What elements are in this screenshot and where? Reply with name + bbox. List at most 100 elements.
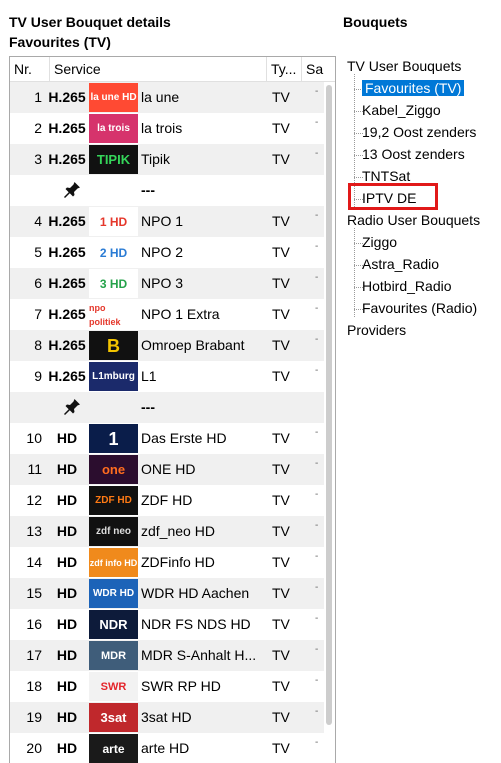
column-header-sat[interactable]: Sa [302, 57, 324, 81]
service-row[interactable]: 6 H.265 3 HD NPO 3 TV - [10, 268, 324, 299]
service-row[interactable]: 19 HD 3sat 3sat HD TV - [10, 702, 324, 733]
service-name: 3sat HD [141, 709, 192, 725]
tree-node-hotbird-radio[interactable]: Hotbird_Radio [362, 276, 452, 296]
sat-cell: - [315, 241, 319, 252]
service-type: TV [272, 740, 290, 756]
codec-badge: HD [56, 430, 78, 446]
column-header-type[interactable]: Ty... [267, 57, 302, 81]
column-header-nr[interactable]: Nr. [10, 57, 50, 81]
service-row[interactable]: 5 H.265 2 HD NPO 2 TV - [10, 237, 324, 268]
service-row[interactable]: 15 HD WDR HD WDR HD Aachen TV - [10, 578, 324, 609]
service-row[interactable]: 7 H.265 npo politiek NPO 1 Extra TV - [10, 299, 324, 330]
codec-badge: H.265 [48, 151, 86, 167]
sat-cell: - [315, 334, 319, 345]
service-number: 20 [26, 740, 42, 756]
codec-badge: H.265 [48, 120, 86, 136]
service-number: 2 [34, 120, 42, 136]
tree-node-providers[interactable]: Providers [347, 320, 406, 340]
service-type: TV [272, 430, 290, 446]
codec-badge: H.265 [48, 306, 86, 322]
codec-badge: H.265 [48, 275, 86, 291]
vertical-scrollbar[interactable] [326, 85, 332, 725]
service-name: zdf_neo HD [141, 523, 215, 539]
service-type: TV [272, 213, 290, 229]
service-row[interactable]: 8 H.265 B Omroep Brabant TV - [10, 330, 324, 361]
separator-row[interactable]: --- [10, 392, 324, 423]
service-type: TV [272, 585, 290, 601]
service-row[interactable]: 17 HD MDR MDR S-Anhalt H... TV - [10, 640, 324, 671]
channel-logo-icon: zdf neo [89, 517, 138, 546]
service-name: NPO 2 [141, 244, 184, 260]
service-row[interactable]: 11 HD one ONE HD TV - [10, 454, 324, 485]
tree-node-favourites-radio[interactable]: Favourites (Radio) [362, 298, 477, 318]
channel-logo-icon: 2 HD [89, 238, 138, 267]
column-header-service[interactable]: Service [50, 57, 267, 81]
codec-badge: HD [56, 461, 78, 477]
service-type: TV [272, 461, 290, 477]
service-row[interactable]: 20 HD arte arte HD TV - [10, 733, 324, 763]
grid-header: Nr. Service Ty... Sa [10, 57, 335, 82]
channel-logo-icon: TIPIK [89, 145, 138, 174]
tree-node-ziggo[interactable]: Ziggo [362, 232, 397, 252]
service-row[interactable]: 16 HD NDR NDR FS NDS HD TV - [10, 609, 324, 640]
service-number: 3 [34, 151, 42, 167]
codec-badge: HD [56, 523, 78, 539]
service-row[interactable]: 14 HD zdf info HD ZDFinfo HD TV - [10, 547, 324, 578]
services-grid[interactable]: Nr. Service Ty... Sa 1 H.265 la une HD l… [9, 56, 336, 763]
service-row[interactable]: 10 HD 1 Das Erste HD TV - [10, 423, 324, 454]
tree-node-astra-radio[interactable]: Astra_Radio [362, 254, 439, 274]
tree-node-19-2-oost[interactable]: 19,2 Oost zenders [362, 122, 476, 142]
service-type: TV [272, 306, 290, 322]
service-type: TV [272, 151, 290, 167]
service-row[interactable]: 9 H.265 L1mburg L1 TV - [10, 361, 324, 392]
sat-cell: - [315, 675, 319, 686]
sat-cell: - [315, 365, 319, 376]
channel-logo-icon: B [89, 331, 138, 360]
service-row[interactable]: 4 H.265 1 HD NPO 1 TV - [10, 206, 324, 237]
tree-node-favourites-tv[interactable]: Favourites (TV) [362, 78, 465, 98]
channel-logo-icon: 1 HD [89, 207, 138, 236]
sat-cell: - [315, 303, 319, 314]
channel-logo-icon: WDR HD [89, 579, 138, 608]
service-type: TV [272, 492, 290, 508]
tree-node-kabel-ziggo[interactable]: Kabel_Ziggo [362, 100, 441, 120]
service-name: Tipik [141, 151, 171, 167]
service-number: 16 [26, 616, 42, 632]
service-row[interactable]: 1 H.265 la une HD la une TV - [10, 82, 324, 113]
service-row[interactable]: 13 HD zdf neo zdf_neo HD TV - [10, 516, 324, 547]
service-number: 10 [26, 430, 42, 446]
sat-cell: - [315, 551, 319, 562]
service-name: la une [141, 89, 180, 105]
tree-node-tv-user-bouquets[interactable]: TV User Bouquets [347, 56, 461, 76]
service-type: TV [272, 244, 290, 260]
service-name: la trois [141, 120, 183, 136]
service-row[interactable]: 2 H.265 la trois la trois TV - [10, 113, 324, 144]
service-name: NPO 3 [141, 275, 184, 291]
sat-cell: - [315, 644, 319, 655]
sat-cell: - [315, 117, 319, 128]
tree-node-13-oost[interactable]: 13 Oost zenders [362, 144, 465, 164]
codec-badge: H.265 [48, 337, 86, 353]
service-row[interactable]: 3 H.265 TIPIK Tipik TV - [10, 144, 324, 175]
channel-logo-icon: L1mburg [89, 362, 138, 391]
sat-cell: - [315, 520, 319, 531]
service-number: 11 [27, 461, 42, 477]
service-name: WDR HD Aachen [141, 585, 250, 601]
sat-cell: - [315, 148, 319, 159]
service-number: 13 [26, 523, 42, 539]
service-type: TV [272, 120, 290, 136]
sat-cell: - [315, 613, 319, 624]
codec-badge: H.265 [48, 213, 86, 229]
channel-logo-icon: SWR [89, 672, 138, 701]
service-number: 12 [26, 492, 42, 508]
service-name: MDR S-Anhalt H... [141, 647, 257, 663]
tree-node-radio-user-bouquets[interactable]: Radio User Bouquets [347, 210, 480, 230]
service-number: 6 [34, 275, 42, 291]
channel-logo-icon: NDR [89, 610, 138, 639]
details-subtitle: Favourites (TV) [9, 34, 111, 50]
service-row[interactable]: 18 HD SWR SWR RP HD TV - [10, 671, 324, 702]
service-name: SWR RP HD [141, 678, 221, 694]
service-row[interactable]: 12 HD ZDF HD ZDF HD TV - [10, 485, 324, 516]
separator-row[interactable]: --- [10, 175, 324, 206]
service-number: 15 [26, 585, 42, 601]
